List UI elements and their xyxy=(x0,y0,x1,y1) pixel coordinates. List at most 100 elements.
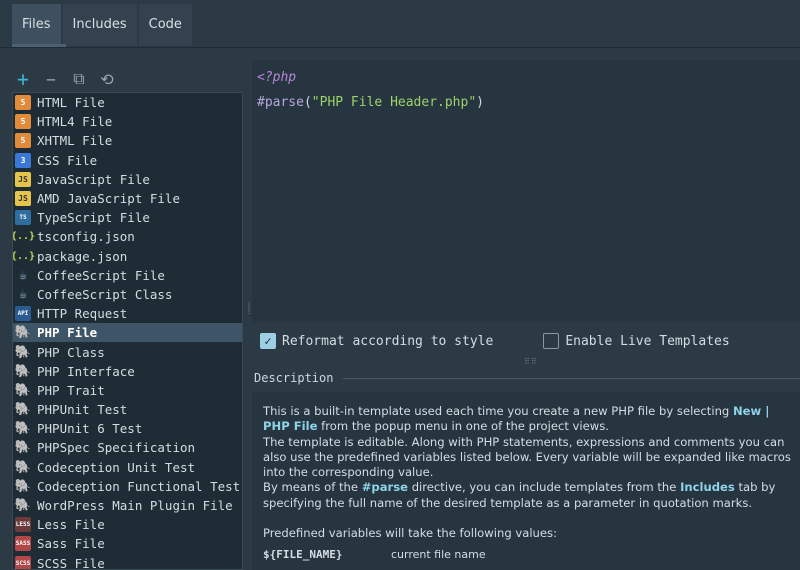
description-paragraph: Predefined variables will take the follo… xyxy=(263,526,557,541)
template-item-label: CoffeeScript File xyxy=(37,267,165,283)
template-item[interactable]: {..} tsconfig.json xyxy=(13,227,242,246)
tab-code[interactable]: Code xyxy=(138,4,192,46)
template-item[interactable]: SASS Sass File xyxy=(13,534,242,553)
template-item[interactable]: 5 HTML File xyxy=(13,93,242,112)
php-elephant-icon: 🐘 xyxy=(14,440,32,456)
php-elephant-icon: 🐘 xyxy=(14,459,32,475)
less-icon: LESS xyxy=(15,517,31,533)
php-elephant-icon: 🐘 xyxy=(14,402,32,418)
reformat-checkbox[interactable]: ✓ xyxy=(260,333,276,349)
template-item[interactable]: API HTTP Request xyxy=(13,304,242,323)
horizontal-splitter-handle[interactable]: ⠿⠿ xyxy=(524,357,538,366)
template-item-label: CSS File xyxy=(37,152,98,168)
template-item[interactable]: 5 XHTML File xyxy=(13,131,242,150)
description-paragraph: By means of the #parse directive, you ca… xyxy=(263,480,776,510)
template-item[interactable]: 🐘 PHP File xyxy=(13,323,242,343)
template-editor[interactable]: <?php #parse("PHP File Header.php") xyxy=(252,60,800,322)
live-templates-checkbox[interactable] xyxy=(543,333,560,349)
template-item-label: Less File xyxy=(37,517,105,533)
template-item-label: HTML4 File xyxy=(37,114,113,130)
variable-name: ${FILE_NAME} xyxy=(263,548,343,562)
typescript-icon: TS xyxy=(15,210,31,226)
template-item-label: TypeScript File xyxy=(37,210,150,226)
php-elephant-icon: 🐘 xyxy=(14,421,32,437)
tab-files[interactable]: Files xyxy=(12,4,61,46)
php-elephant-icon: 🐘 xyxy=(14,382,32,398)
divider xyxy=(0,47,800,48)
copy-icon: ⧉ xyxy=(73,69,85,88)
template-item[interactable]: SCSS SCSS File xyxy=(13,554,242,570)
variable-row: ${FILE_NAME} current file name xyxy=(263,547,792,562)
template-item-label: CoffeeScript Class xyxy=(37,286,173,302)
paren: ) xyxy=(476,95,484,110)
php-open-tag: <?php xyxy=(257,70,297,85)
template-item-label: PHPUnit 6 Test xyxy=(37,421,143,437)
description-panel: This is a built-in template used each ti… xyxy=(252,392,800,570)
template-item-label: JavaScript File xyxy=(37,171,150,187)
reset-template-button[interactable]: ⟲ xyxy=(98,70,116,89)
template-item-label: Codeception Unit Test xyxy=(37,459,196,475)
template-list[interactable]: 5 HTML File 5 HTML4 File 5 XHTML File 3 CSS Fil… xyxy=(12,92,243,570)
template-item[interactable]: ☕ CoffeeScript File xyxy=(13,266,242,285)
html5-icon: 5 xyxy=(15,133,31,149)
template-item-label: HTML File xyxy=(37,95,105,111)
coffeescript-icon: ☕ xyxy=(19,267,27,283)
template-item-label: HTTP Request xyxy=(37,306,128,322)
template-item[interactable]: 🐘 PHPUnit Test xyxy=(13,400,242,419)
template-item[interactable]: JS AMD JavaScript File xyxy=(13,189,242,208)
template-item[interactable]: TS TypeScript File xyxy=(13,208,242,227)
template-item[interactable]: 3 CSS File xyxy=(13,151,242,170)
php-elephant-icon: 🐘 xyxy=(14,344,32,360)
code-line: <?php xyxy=(257,70,800,95)
template-item[interactable]: 🐘 Codeception Functional Test xyxy=(13,477,242,496)
paren: ( xyxy=(303,95,312,110)
template-item[interactable]: 🐘 PHP Class xyxy=(13,342,242,361)
coffeescript-icon: ☕ xyxy=(19,286,27,302)
template-item-label: PHPUnit Test xyxy=(37,402,128,418)
template-item-label: package.json xyxy=(37,248,128,264)
html5-icon: 5 xyxy=(15,95,31,111)
css3-icon: 3 xyxy=(15,152,31,168)
scss-icon: SCSS xyxy=(15,555,31,569)
template-item-label: tsconfig.json xyxy=(37,229,135,245)
template-item[interactable]: JS JavaScript File xyxy=(13,170,242,189)
template-item-label: PHP Class xyxy=(37,344,105,360)
php-elephant-icon: 🐘 xyxy=(14,498,32,514)
template-item[interactable]: {..} package.json xyxy=(13,247,242,266)
divider xyxy=(343,377,800,379)
description-paragraph: This is a built-in template used each ti… xyxy=(263,404,770,434)
tab-bar: Files Includes Code xyxy=(12,4,194,46)
javascript-icon: JS xyxy=(15,191,31,207)
template-item[interactable]: 🐘 WordPress Main Plugin File xyxy=(13,496,242,515)
template-item-label: PHPSpec Specification xyxy=(37,440,196,456)
template-item-label: Codeception Functional Test xyxy=(37,478,241,494)
includes-highlight: Includes xyxy=(680,480,735,495)
javascript-icon: JS xyxy=(15,171,31,187)
template-item-label: PHP File xyxy=(37,325,98,341)
html5-icon: 5 xyxy=(15,114,31,130)
check-icon: ✓ xyxy=(264,334,272,348)
parse-directive: #parse xyxy=(257,95,304,110)
template-item[interactable]: 🐘 PHP Trait xyxy=(13,381,242,400)
template-item[interactable]: 🐘 PHPSpec Specification xyxy=(13,438,242,457)
template-item-label: WordPress Main Plugin File xyxy=(37,498,233,514)
template-item[interactable]: 🐘 PHP Interface xyxy=(13,362,242,381)
remove-template-button[interactable]: − xyxy=(42,69,60,89)
minus-icon: − xyxy=(46,69,56,89)
copy-template-button[interactable]: ⧉ xyxy=(70,69,88,88)
template-item[interactable]: ☕ CoffeeScript Class xyxy=(13,285,242,304)
template-item-label: SCSS File xyxy=(37,555,105,570)
template-item-label: PHP Interface xyxy=(37,363,135,379)
add-template-button[interactable]: + xyxy=(14,67,32,91)
tab-includes[interactable]: Includes xyxy=(62,4,137,46)
php-elephant-icon: 🐘 xyxy=(14,363,32,379)
template-item[interactable]: 5 HTML4 File xyxy=(13,112,242,131)
code-line: #parse("PHP File Header.php") xyxy=(257,95,800,120)
template-item-label: PHP Trait xyxy=(37,382,105,398)
php-elephant-icon: 🐘 xyxy=(14,478,32,494)
template-item[interactable]: 🐘 Codeception Unit Test xyxy=(13,458,242,477)
template-item-label: AMD JavaScript File xyxy=(37,191,180,207)
description-title: Description xyxy=(254,371,334,385)
template-item[interactable]: LESS Less File xyxy=(13,515,242,534)
template-item[interactable]: 🐘 PHPUnit 6 Test xyxy=(13,419,242,438)
